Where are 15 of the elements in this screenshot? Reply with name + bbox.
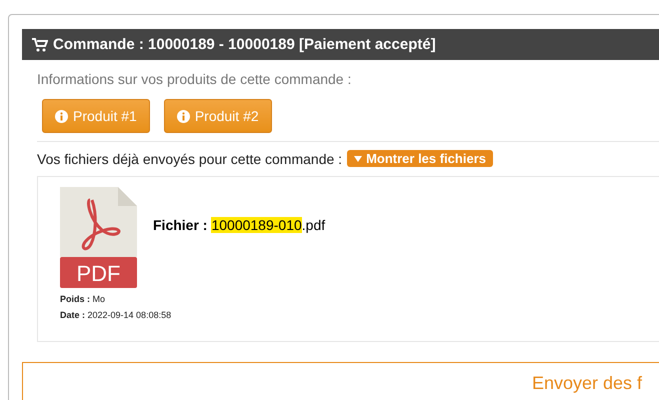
order-title: Commande : 10000189 - 10000189 [Paiement accepté] [53,36,436,53]
show-files-button[interactable]: Montrer les fichiers [347,150,493,167]
upload-title: Envoyer des f [532,373,642,395]
info-icon [55,110,68,122]
cart-icon [32,38,48,52]
file-weight: Poids : Mo [60,294,106,304]
info-icon [176,110,190,122]
file-date: Date : 2022-09-14 08:08:58 [60,310,172,320]
file-name: 10000189-010.pdf [211,217,326,233]
file-label: Fichier : [153,217,208,233]
product-button[interactable]: Produit #2 [164,99,272,133]
files-intro: Vos fichiers déjà envoyés pour cette commande : [37,150,342,166]
product-button[interactable]: Produit #1 [42,99,150,133]
caret-icon [354,156,362,162]
products-intro: Informations sur vos produits de cette commande : [37,71,352,87]
